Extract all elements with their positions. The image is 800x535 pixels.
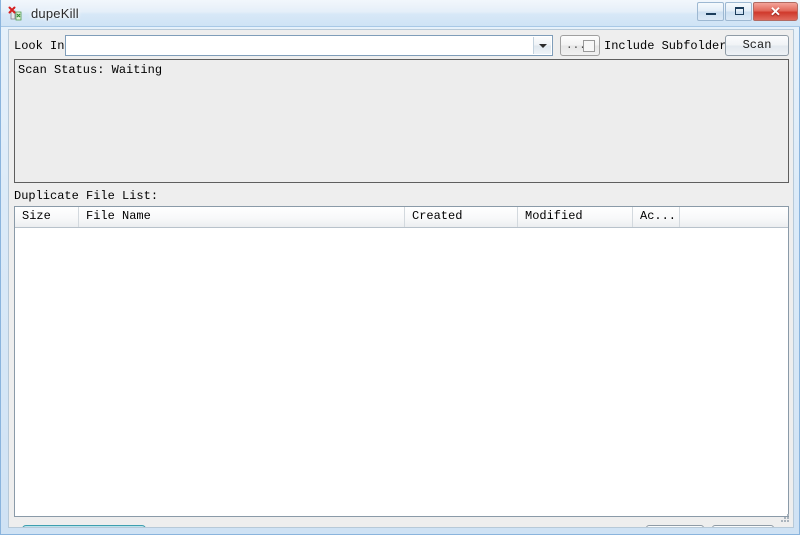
- scan-status-text: Scan Status: Waiting: [18, 63, 163, 77]
- list-column-header[interactable]: Size: [15, 207, 79, 227]
- list-header-row: Size File Name Created Modified Ac...: [15, 207, 788, 228]
- minimize-icon: [706, 13, 716, 15]
- include-subfolders-label[interactable]: Include Subfolders: [604, 39, 734, 53]
- dupekill-app-icon: [8, 6, 24, 22]
- application-window: dupeKill ✕ Look In: ... Include Subfolde…: [0, 0, 800, 535]
- list-column-header[interactable]: Created: [405, 207, 518, 227]
- list-column-header[interactable]: File Name: [79, 207, 405, 227]
- folder-icon: [583, 40, 595, 52]
- window-title: dupeKill: [31, 6, 79, 21]
- list-body[interactable]: [15, 228, 788, 516]
- list-column-header[interactable]: Ac...: [633, 207, 680, 227]
- resize-grip-icon[interactable]: [778, 512, 791, 525]
- settings-button[interactable]: Settings /: [22, 525, 146, 527]
- quit-button[interactable]: Quit: [712, 525, 774, 527]
- scan-button[interactable]: Scan: [725, 35, 789, 56]
- duplicate-file-list-label: Duplicate File List:: [14, 189, 159, 203]
- list-column-header-filler: [680, 207, 788, 227]
- list-column-header[interactable]: Modified: [518, 207, 633, 227]
- maximize-button[interactable]: [725, 2, 752, 21]
- scan-status-panel: Scan Status: Waiting: [14, 59, 789, 183]
- look-in-label: Look In:: [14, 39, 72, 53]
- browse-folder-button[interactable]: ...: [560, 35, 600, 56]
- title-bar[interactable]: dupeKill ✕: [1, 0, 800, 27]
- minimize-button[interactable]: [697, 2, 724, 21]
- window-controls: ✕: [696, 1, 798, 22]
- chevron-down-icon[interactable]: [533, 37, 551, 54]
- close-icon: ✕: [770, 4, 781, 19]
- look-in-combobox[interactable]: [65, 35, 553, 56]
- title-bar-left: dupeKill: [8, 4, 79, 23]
- duplicate-file-list[interactable]: Size File Name Created Modified Ac...: [14, 206, 789, 517]
- hide-button[interactable]: Hide: [646, 525, 704, 527]
- client-area: Look In: ... Include Subfolders Scan Sca…: [8, 29, 794, 528]
- close-button[interactable]: ✕: [753, 2, 798, 21]
- maximize-icon: [735, 7, 744, 15]
